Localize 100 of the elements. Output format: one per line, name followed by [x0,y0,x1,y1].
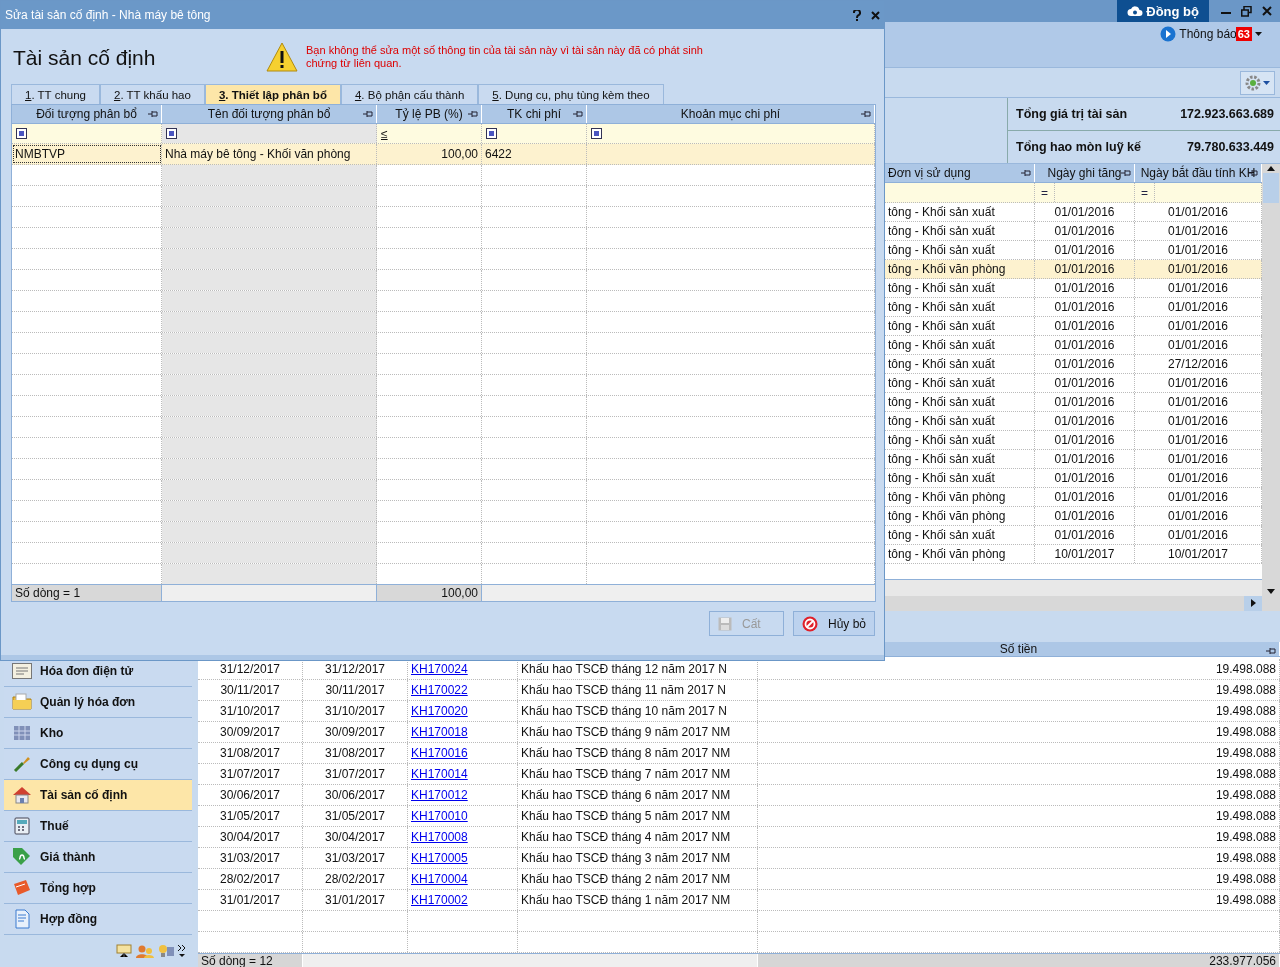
table-cell: Khấu hao TSCĐ tháng 9 năm 2017 NM [518,722,758,742]
table-cell: 31/01/2017 [198,890,303,910]
scroll-right-icon[interactable] [1250,599,1256,608]
caret-icon [1263,80,1270,85]
table-cell: 19.498.088 [758,722,1280,742]
cancel-button[interactable]: Hủy bỏ [792,611,875,636]
column-header[interactable]: Số tiền [999,642,1038,656]
pin-icon[interactable] [1121,169,1131,178]
filter-mode-icon[interactable] [591,128,602,139]
filter-cell[interactable] [162,124,377,143]
calculator-icon [12,816,32,836]
caret-icon [1255,32,1262,36]
voucher-link[interactable]: KH170010 [411,809,468,823]
table-cell: Khấu hao TSCĐ tháng 3 năm 2017 NM [518,848,758,868]
column-header[interactable]: Tên đối tượng phân bổ [207,107,331,121]
table-row[interactable]: tông - Khối văn phòng 01/01/2016 01/01/2016 [885,260,1262,280]
column-header[interactable]: Tỷ lệ PB (%) [395,107,463,121]
filter-operator[interactable]: ≤ [381,126,388,141]
filter-mode-icon[interactable] [486,128,497,139]
tab[interactable]: 1. TT chung [11,84,100,104]
voucher-link[interactable]: KH170024 [411,662,468,676]
voucher-link[interactable]: KH170008 [411,830,468,844]
table-cell: 19.498.088 [758,869,1280,889]
column-header[interactable]: Ngày bắt đầu tính KH [1140,166,1256,181]
filter-operator[interactable]: = [1035,183,1055,203]
table-cell: 10/01/2017 [1035,545,1135,564]
voucher-link[interactable]: KH170014 [411,767,468,781]
close-icon[interactable] [871,10,880,20]
voucher-link[interactable]: KH170002 [411,893,468,907]
pin-icon[interactable] [861,110,871,118]
pin-icon[interactable] [468,110,478,118]
help-icon[interactable] [853,9,861,21]
column-header[interactable]: Khoản mục chi phí [680,107,781,121]
tab[interactable]: 5. Dụng cụ, phụ tùng kèm theo [478,84,664,104]
sidebar-item[interactable]: Tài sản cố định [4,780,192,811]
pin-icon[interactable] [573,110,583,118]
filter-mode-icon[interactable] [166,128,177,139]
table-row[interactable]: NMBTVP Nhà máy bê tông - Khối văn phòng 100,00 6422 [12,144,875,165]
table-cell: Khấu hao TSCĐ tháng 11 năm 2017 N [518,680,758,700]
table-cell: 01/01/2016 [1035,279,1135,298]
table-cell: 31/07/2017 [303,764,408,784]
tab[interactable]: 2. TT khấu hao [99,84,205,104]
table-cell: 19.498.088 [758,806,1280,826]
warning-icon [266,41,298,72]
table-cell: 31/05/2017 [198,806,303,826]
column-header[interactable]: TK chi phí [507,107,561,121]
trowel-icon [12,754,32,774]
overflow-icon[interactable] [178,944,186,958]
tab[interactable]: 4. Bộ phận cấu thành [340,84,479,104]
sync-button[interactable]: Đồng bộ [1117,0,1209,22]
voucher-link[interactable]: KH170020 [411,704,468,718]
book-icon [12,878,32,898]
table-cell: 31/07/2017 [198,764,303,784]
table-cell: Khấu hao TSCĐ tháng 6 năm 2017 NM [518,785,758,805]
column-header[interactable]: Ngày ghi tăng [1047,166,1122,181]
settings-icon [1245,74,1261,91]
pin-icon[interactable] [1021,169,1031,178]
table-cell: 30/06/2017 [303,785,408,805]
settings-button[interactable] [1240,70,1275,95]
document-icon [12,909,32,929]
table-cell: 01/01/2016 [1035,355,1135,374]
filter-operator[interactable]: = [1135,183,1155,203]
presentation-icon[interactable] [116,944,132,958]
voucher-link[interactable]: KH170016 [411,746,468,760]
voucher-link[interactable]: KH170005 [411,851,468,865]
pin-icon[interactable] [1266,647,1276,655]
ratio-total: 100,00 [377,585,482,601]
tag-icon [12,847,32,867]
table-cell: 01/01/2016 [1035,469,1135,488]
voucher-link[interactable]: KH170012 [411,788,468,802]
table-cell: 28/02/2017 [198,869,303,889]
horizontal-scrollbar[interactable] [885,596,1280,611]
grid-icon [12,723,32,743]
voucher-link[interactable]: KH170022 [411,683,468,697]
house-icon [12,785,32,805]
table-cell: 31/08/2017 [303,743,408,763]
table-cell: Khấu hao TSCĐ tháng 10 năm 2017 N [518,701,758,721]
table-cell: 01/01/2016 [1035,241,1135,260]
table-cell: 31/01/2017 [303,890,408,910]
scrollbar-thumb[interactable] [1263,173,1279,204]
notification-button[interactable]: Thông báo63 [1160,26,1262,42]
column-header[interactable]: Đơn vị sử dụng [888,166,971,181]
pin-icon[interactable] [148,110,158,118]
table-cell: Khấu hao TSCĐ tháng 4 năm 2017 NM [518,827,758,847]
notification-badge: 63 [1235,27,1252,41]
scroll-down-icon[interactable] [1267,589,1275,594]
table-cell: 30/09/2017 [303,722,408,742]
voucher-link[interactable]: KH170004 [411,872,468,886]
pin-icon[interactable] [363,110,373,118]
close-icon[interactable] [1262,6,1272,16]
voucher-link[interactable]: KH170018 [411,725,468,739]
tab[interactable]: 3. Thiết lập phân bổ [204,84,341,104]
table-cell: 6422 [482,144,587,164]
table-cell: 01/01/2016 [1035,412,1135,431]
filter-mode-icon[interactable] [16,128,27,139]
restore-icon[interactable] [1241,5,1252,17]
table-cell: 01/01/2016 [1035,526,1135,545]
table-cell: 100,00 [377,144,482,164]
column-header[interactable]: Đối tượng phân bổ [36,107,137,121]
table-cell: 01/01/2016 [1035,317,1135,336]
